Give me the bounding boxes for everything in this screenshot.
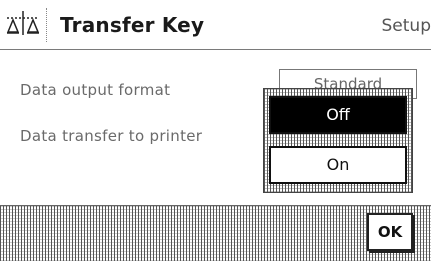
option-off-button[interactable]: Off: [269, 96, 407, 134]
ok-button[interactable]: OK: [367, 213, 413, 251]
header-bar: Transfer Key Setup: [0, 0, 431, 50]
option-popup: Off On: [263, 88, 413, 193]
page-title: Transfer Key: [60, 13, 205, 37]
option-on-button[interactable]: On: [269, 146, 407, 184]
data-output-format-label: Data output format: [20, 81, 171, 99]
screen: Transfer Key Setup Data output format St…: [0, 0, 431, 261]
data-transfer-to-printer-label: Data transfer to printer: [20, 127, 203, 145]
section-label: Setup: [381, 16, 431, 36]
balance-scale-icon: [4, 8, 47, 42]
